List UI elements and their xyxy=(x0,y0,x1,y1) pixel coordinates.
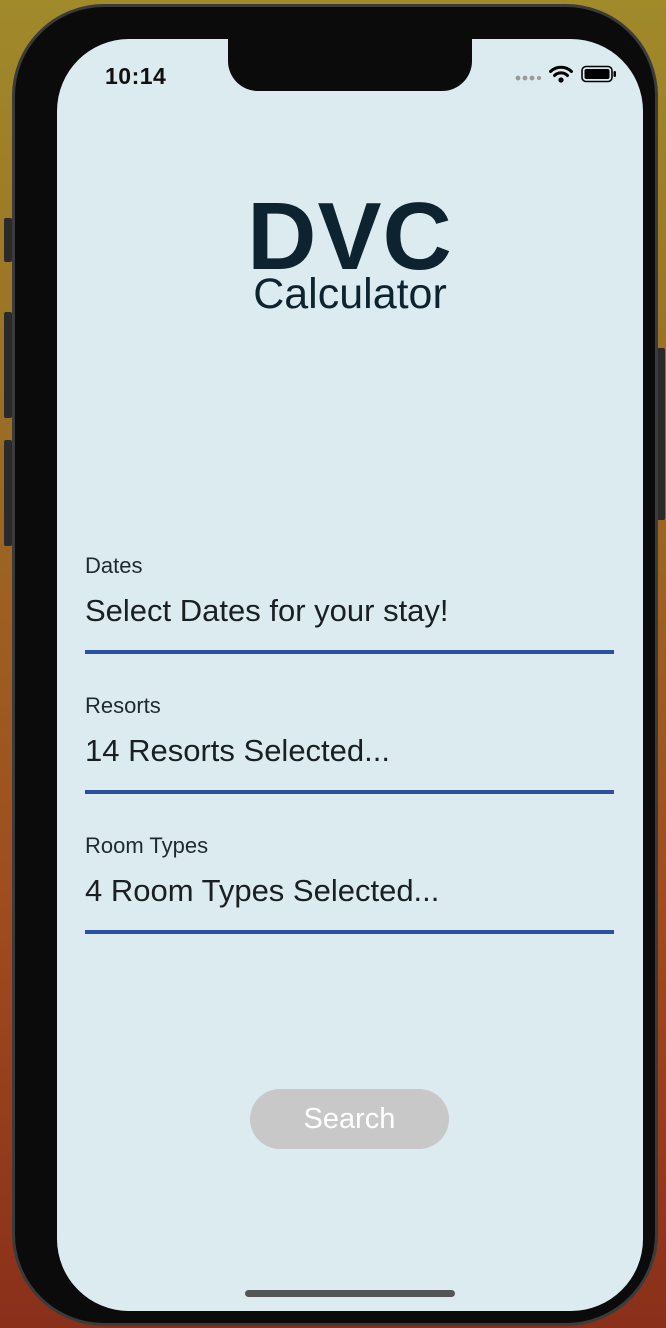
room-types-value[interactable]: 4 Room Types Selected... xyxy=(85,873,439,909)
room-types-label: Room Types xyxy=(85,833,209,858)
resorts-label: Resorts xyxy=(85,693,161,718)
phone-frame: 10:14 DVC Calculator Dates Select Dates … xyxy=(12,4,658,1326)
dates-value[interactable]: Select Dates for your stay! xyxy=(85,593,449,629)
home-indicator[interactable] xyxy=(245,1290,455,1297)
wifi-icon xyxy=(549,65,573,88)
battery-icon xyxy=(581,65,617,88)
silent-switch xyxy=(4,218,12,262)
dates-label: Dates xyxy=(85,553,143,578)
status-icons xyxy=(515,65,617,88)
power-button xyxy=(657,348,665,520)
volume-up-button xyxy=(4,312,12,418)
signal-dots-icon xyxy=(515,68,541,86)
dates-underline xyxy=(85,650,614,654)
volume-down-button xyxy=(4,440,12,546)
status-time: 10:14 xyxy=(105,63,167,89)
resorts-underline xyxy=(85,790,614,794)
notch xyxy=(228,39,472,91)
search-button[interactable]: Search xyxy=(250,1089,449,1149)
logo-subtitle: Calculator xyxy=(253,270,447,318)
app-screen: 10:14 DVC Calculator Dates Select Dates … xyxy=(57,39,643,1311)
resorts-value[interactable]: 14 Resorts Selected... xyxy=(85,733,390,769)
room-types-underline xyxy=(85,930,614,934)
